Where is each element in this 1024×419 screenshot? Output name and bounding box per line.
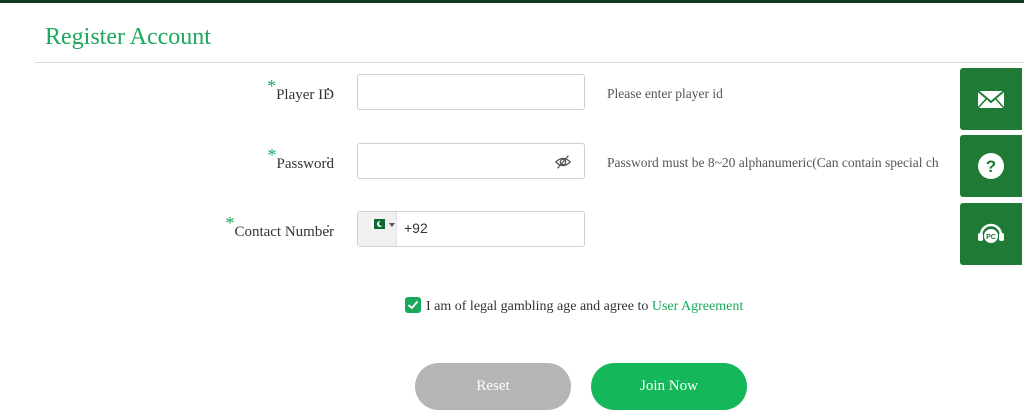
help-icon: ? bbox=[978, 153, 1004, 179]
colon: : bbox=[326, 152, 331, 168]
player-id-input[interactable] bbox=[357, 74, 585, 110]
svg-text:PC: PC bbox=[986, 234, 996, 241]
eye-hidden-icon[interactable] bbox=[554, 153, 572, 171]
pakistan-flag-icon bbox=[371, 219, 385, 229]
pc-support-button[interactable]: PC bbox=[960, 203, 1022, 265]
required-mark: * bbox=[225, 213, 235, 233]
password-label: *Password bbox=[267, 145, 334, 173]
pc-support-icon: PC bbox=[978, 223, 1004, 243]
player-id-hint: Please enter player id bbox=[607, 86, 723, 101]
password-row: *Password : Password must be 8~20 alphan… bbox=[0, 143, 1024, 183]
mail-button[interactable] bbox=[960, 68, 1022, 130]
reset-button[interactable]: Reset bbox=[415, 363, 571, 410]
top-bar bbox=[0, 0, 1024, 3]
player-id-row: *Player ID : Please enter player id bbox=[0, 74, 1024, 114]
chevron-down-icon bbox=[389, 223, 395, 227]
password-input[interactable] bbox=[357, 143, 585, 179]
agree-checkbox[interactable] bbox=[405, 297, 421, 313]
agreement-line: I am of legal gambling age and agree to … bbox=[405, 297, 743, 315]
dial-code: +92 bbox=[404, 220, 428, 236]
user-agreement-link[interactable]: User Agreement bbox=[652, 299, 743, 314]
help-button[interactable]: ? bbox=[960, 135, 1022, 197]
agreement-text: I am of legal gambling age and agree to bbox=[426, 299, 649, 315]
country-selector[interactable] bbox=[358, 212, 397, 246]
contact-row: *Contact Number : +92 bbox=[0, 211, 1024, 251]
check-icon bbox=[408, 301, 418, 309]
required-mark: * bbox=[267, 76, 277, 96]
join-now-button[interactable]: Join Now bbox=[591, 363, 747, 410]
contact-label: *Contact Number bbox=[225, 213, 334, 241]
svg-text:?: ? bbox=[986, 157, 996, 176]
player-id-label: *Player ID bbox=[267, 76, 334, 104]
password-hint: Password must be 8~20 alphanumeric(Can c… bbox=[607, 155, 939, 170]
mail-icon bbox=[977, 90, 1005, 109]
required-mark: * bbox=[267, 145, 277, 165]
title-divider bbox=[35, 62, 1024, 63]
contact-label-text: Contact Number bbox=[234, 224, 334, 240]
colon: : bbox=[326, 83, 331, 99]
colon: : bbox=[326, 220, 331, 236]
contact-number-input[interactable]: +92 bbox=[357, 211, 585, 247]
page-title: Register Account bbox=[45, 24, 211, 50]
